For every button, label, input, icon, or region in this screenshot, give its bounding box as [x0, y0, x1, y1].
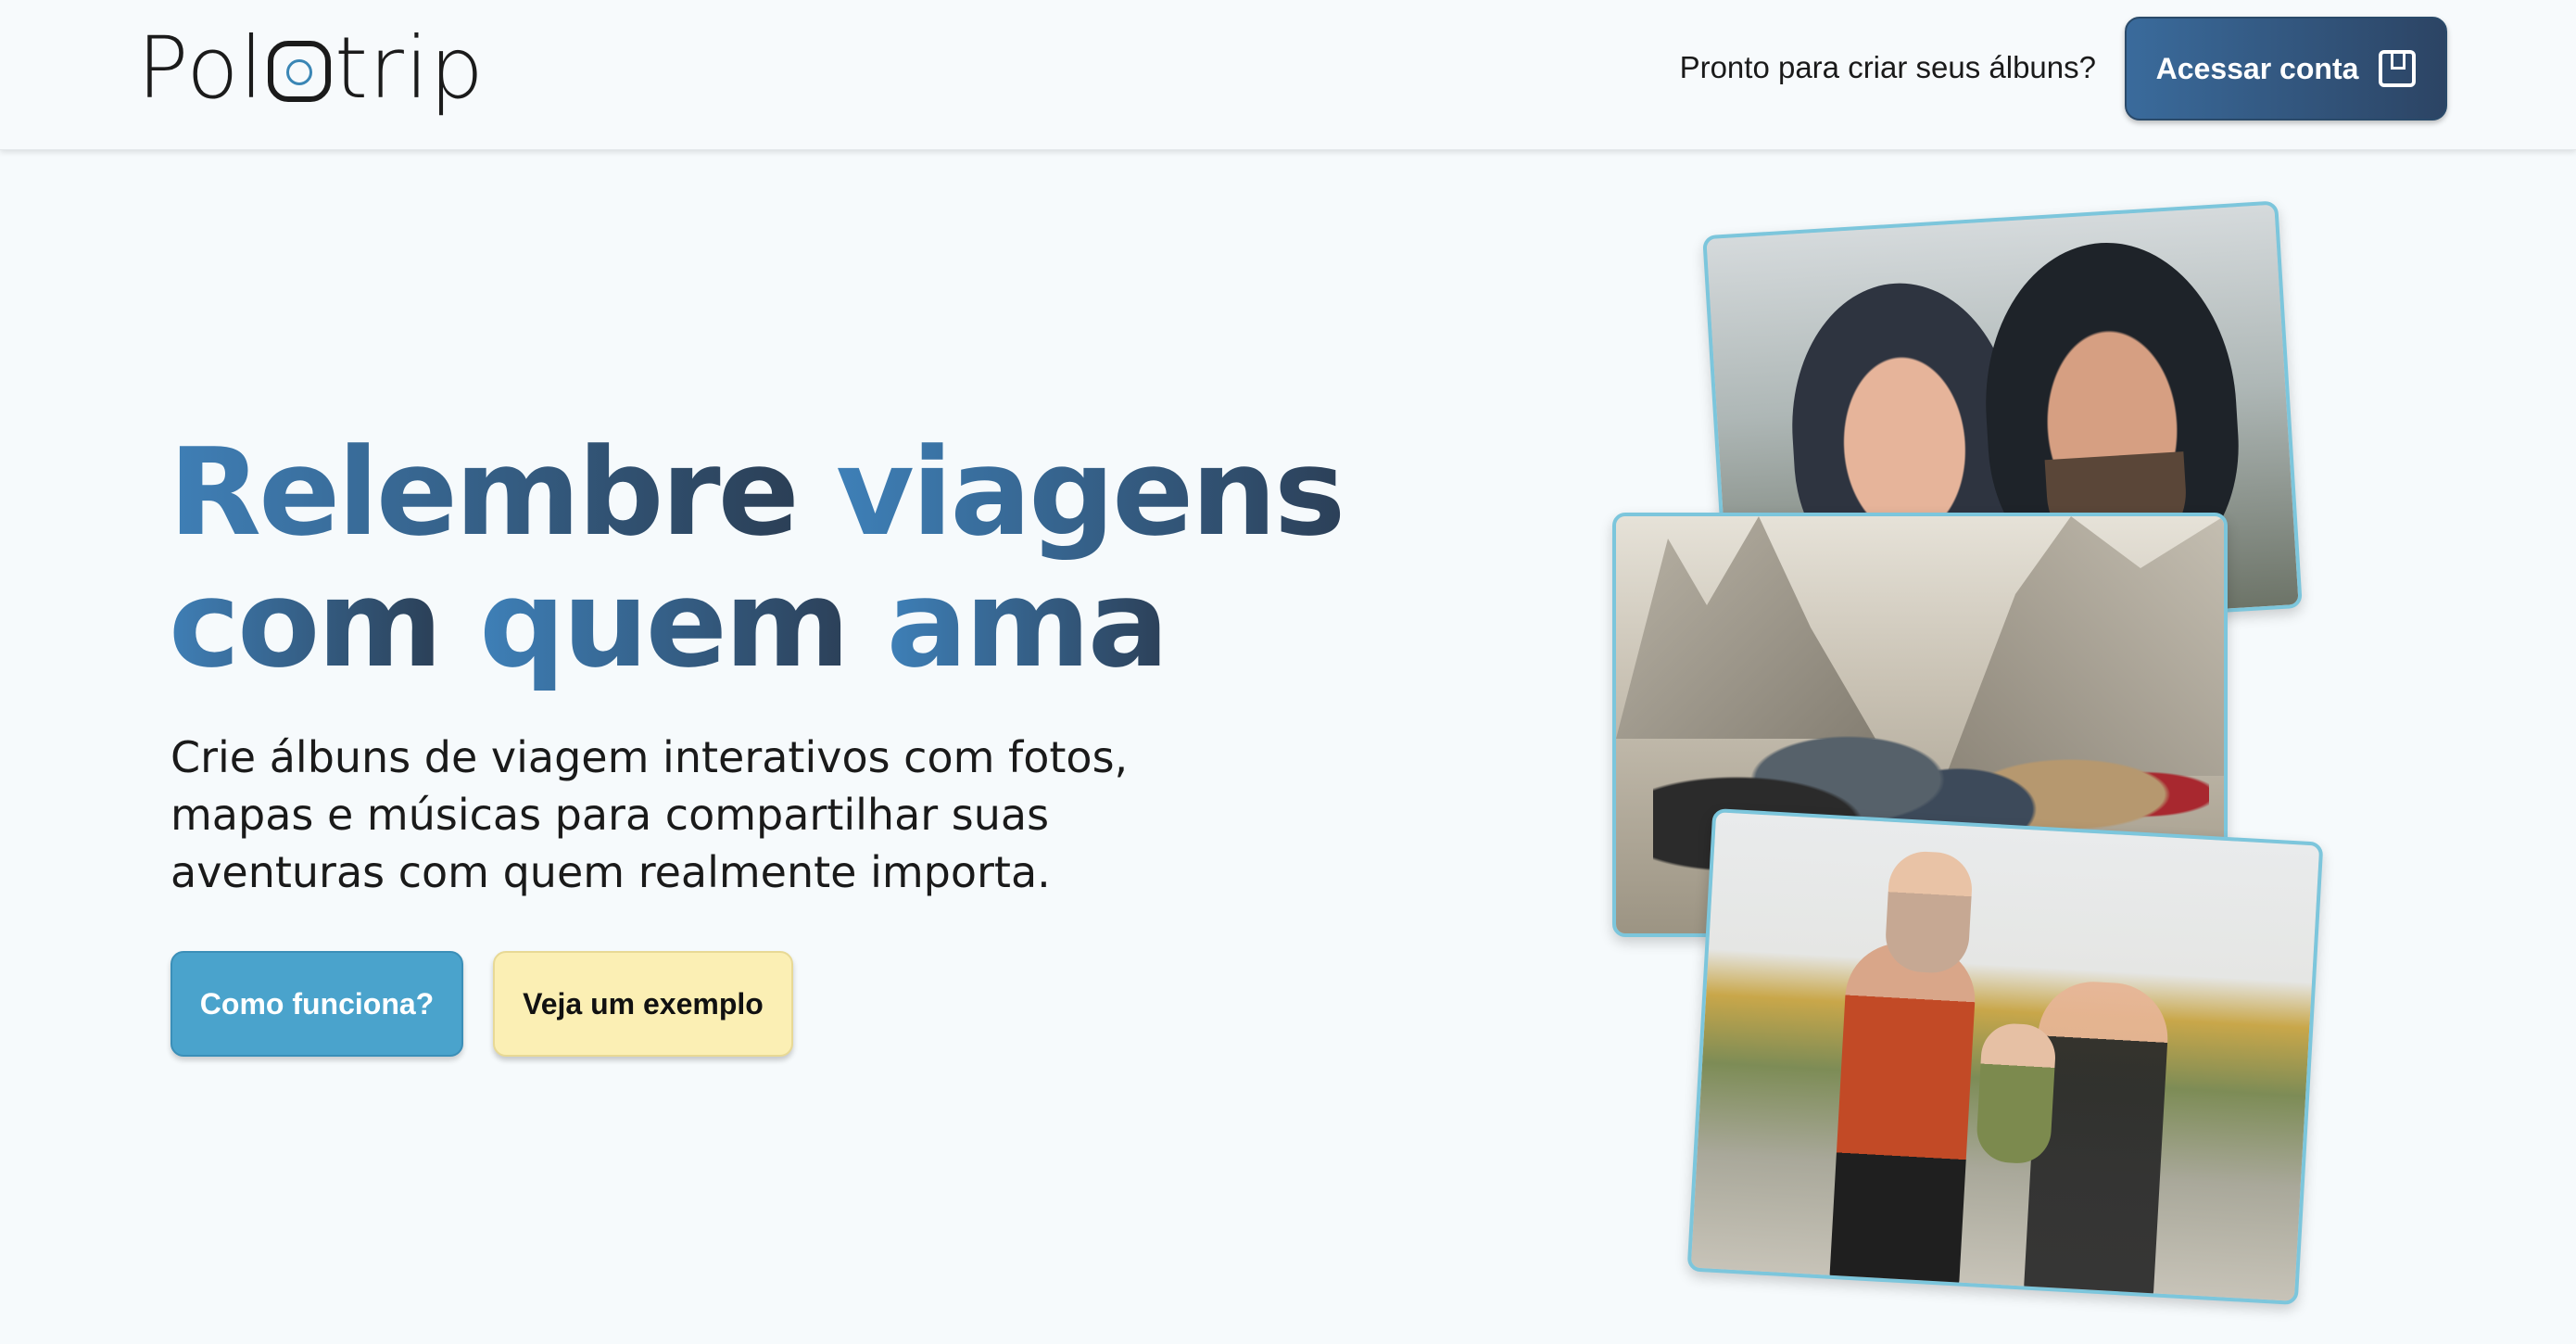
logo-text-trip: trip	[335, 18, 485, 118]
see-example-button[interactable]: Veja um exemplo	[493, 951, 793, 1057]
header-prompt: Pronto para criar seus álbuns?	[1679, 50, 2096, 84]
headline-word-com: com	[169, 553, 443, 694]
logo[interactable]: Pol trip	[137, 17, 485, 119]
site-header: Pol trip Pronto para criar seus álbuns? …	[0, 0, 2576, 150]
logo-camera-icon	[268, 41, 332, 102]
login-button-label: Acessar conta	[2155, 51, 2359, 85]
logo-text-pol: Pol	[137, 18, 265, 118]
family-travel-photo	[1686, 807, 2324, 1306]
headline-word-ama: ama	[886, 553, 1169, 694]
how-it-works-button[interactable]: Como funciona?	[170, 951, 463, 1057]
headline-word-quem: quem	[479, 553, 850, 694]
bookmark-box-icon	[2379, 50, 2417, 87]
hero-headline: Relembre viagens com quem ama	[169, 426, 1345, 690]
login-button[interactable]: Acessar conta	[2125, 17, 2447, 120]
headline-word-relembre: Relembre	[169, 422, 800, 563]
hero-description: Crie álbuns de viagem interativos com fo…	[170, 732, 1129, 897]
headline-word-viagens: viagens	[836, 422, 1345, 563]
